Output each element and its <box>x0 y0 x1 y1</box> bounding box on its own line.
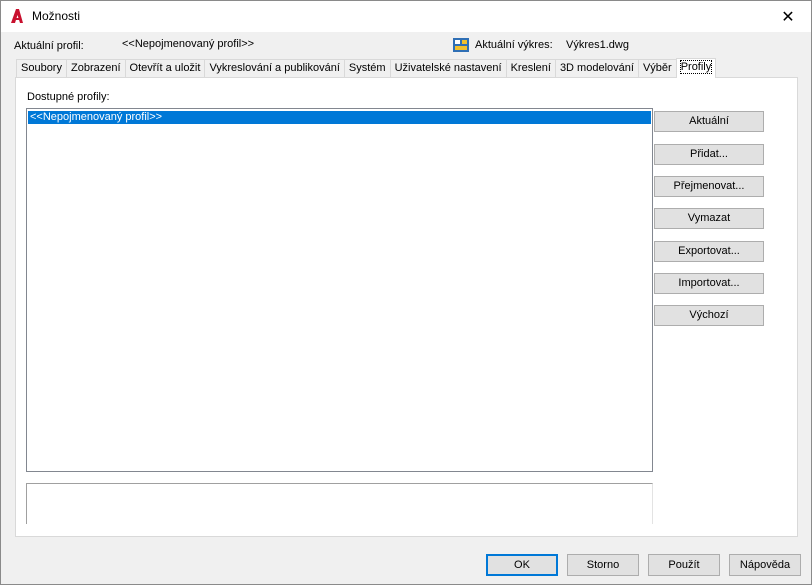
button-label: Storno <box>586 559 620 571</box>
tab-label: Profily <box>679 60 713 74</box>
add-profile-button[interactable]: Přidat... <box>654 144 764 165</box>
tab-label: 3D modelování <box>559 62 634 74</box>
tab-label: Vykreslování a publikování <box>209 62 340 74</box>
cancel-button[interactable]: Storno <box>567 554 639 576</box>
profile-description <box>26 483 653 524</box>
button-label: Přejmenovat... <box>673 180 745 192</box>
tab-vykreslovani-a-publikovani[interactable]: Vykreslování a publikování <box>204 59 345 78</box>
tab-label: Soubory <box>21 62 62 74</box>
button-label: Nápověda <box>739 559 791 571</box>
drawing-file-icon <box>453 38 469 52</box>
tab-vyber[interactable]: Výběr <box>637 59 677 78</box>
current-profile-label: Aktuální profil: <box>14 40 84 52</box>
import-profile-button[interactable]: Importovat... <box>654 273 764 294</box>
tab-label: Výběr <box>642 62 672 74</box>
current-drawing-value: Výkres1.dwg <box>566 39 629 51</box>
button-label: Importovat... <box>678 277 740 289</box>
tab-otevrit-a-ulozit[interactable]: Otevřít a uložit <box>124 59 206 78</box>
tab-label: Zobrazení <box>70 62 121 74</box>
current-profile-value: <<Nepojmenovaný profil>> <box>122 38 255 50</box>
tab-profily[interactable]: Profily <box>675 58 717 78</box>
tab-system[interactable]: Systém <box>343 59 391 78</box>
button-label: Použít <box>668 559 700 571</box>
set-current-button[interactable]: Aktuální <box>654 111 764 132</box>
apply-button[interactable]: Použít <box>648 554 720 576</box>
rename-profile-button[interactable]: Přejmenovat... <box>654 176 764 197</box>
autocad-icon <box>11 9 23 23</box>
tab-kresleni[interactable]: Kreslení <box>505 59 556 78</box>
tab-label: Kreslení <box>510 62 551 74</box>
tab-uzivatelske-nastaveni[interactable]: Uživatelské nastavení <box>389 59 507 78</box>
button-label: Exportovat... <box>678 245 740 257</box>
tab-soubory[interactable]: Soubory <box>16 59 67 78</box>
tab-zobrazeni[interactable]: Zobrazení <box>65 59 126 78</box>
button-label: OK <box>514 559 530 571</box>
reset-profile-button[interactable]: Výchozí <box>654 305 764 326</box>
button-label: Přidat... <box>690 148 728 160</box>
current-drawing-label: Aktuální výkres: <box>475 39 553 51</box>
button-label: Vymazat <box>687 212 731 224</box>
button-label: Aktuální <box>689 115 729 127</box>
list-item[interactable]: <<Nepojmenovaný profil>> <box>28 111 651 124</box>
window-title: Možnosti <box>32 9 81 23</box>
tab-3d-modelovani[interactable]: 3D modelování <box>554 59 639 78</box>
close-button[interactable]: ✕ <box>765 1 811 32</box>
ok-button[interactable]: OK <box>486 554 558 576</box>
profiles-listbox[interactable]: <<Nepojmenovaný profil>> <box>26 108 653 472</box>
tab-label: Systém <box>348 62 386 74</box>
tab-label: Uživatelské nastavení <box>394 62 502 74</box>
delete-profile-button[interactable]: Vymazat <box>654 208 764 229</box>
title-bar: Možnosti ✕ <box>1 1 811 32</box>
close-icon: ✕ <box>781 8 795 26</box>
tab-label: Otevřít a uložit <box>129 62 201 74</box>
available-profiles-label: Dostupné profily: <box>27 91 110 103</box>
options-dialog: Možnosti ✕ Aktuální profil: <<Nepojmenov… <box>0 0 812 585</box>
help-button[interactable]: Nápověda <box>729 554 801 576</box>
export-profile-button[interactable]: Exportovat... <box>654 241 764 262</box>
button-label: Výchozí <box>689 309 729 321</box>
tab-strip: Soubory Zobrazení Otevřít a uložit Vykre… <box>16 58 717 78</box>
